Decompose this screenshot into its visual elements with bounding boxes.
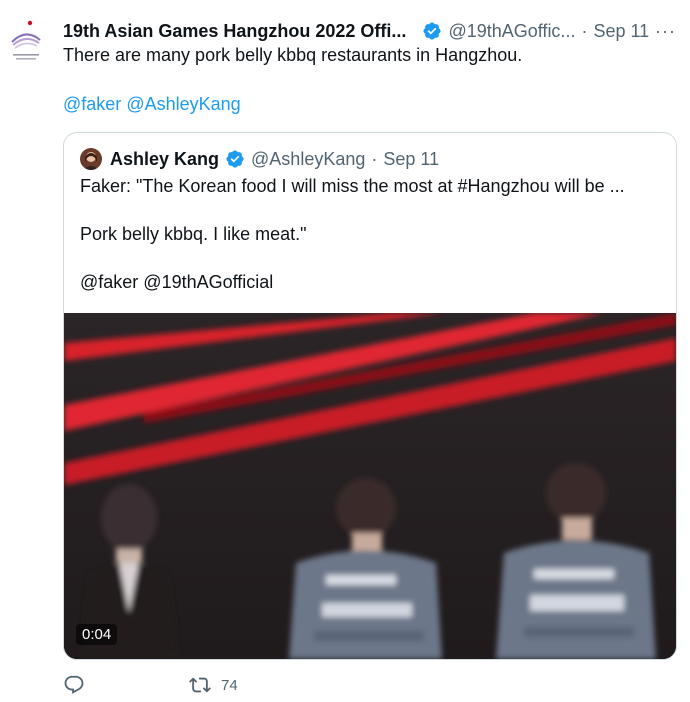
retweet-icon — [189, 677, 211, 693]
quote-text-line: Faker: "The Korean food I will miss the … — [80, 176, 625, 196]
author-name[interactable]: 19th Asian Games Hangzhou 2022 Offi... — [63, 21, 406, 42]
quoted-tweet[interactable]: Ashley Kang @AshleyKang · Sep 11 Faker: … — [63, 132, 677, 660]
tweet-mentions: @faker @AshleyKang — [63, 94, 241, 115]
tweet-date[interactable]: Sep 11 — [593, 21, 649, 42]
video-frame — [64, 313, 676, 659]
quote-author-handle[interactable]: @AshleyKang — [251, 149, 365, 170]
tweet-text: There are many pork belly kbbq restauran… — [63, 45, 523, 65]
separator-dot: · — [581, 20, 588, 41]
quote-author-name[interactable]: Ashley Kang — [110, 149, 219, 170]
tweet[interactable]: 19th Asian Games Hangzhou 2022 Offi... @… — [0, 0, 690, 702]
quote-avatar[interactable] — [80, 148, 102, 170]
hangzhou-asian-games-logo-icon[interactable] — [8, 18, 44, 64]
tweet-header: 19th Asian Games Hangzhou 2022 Offi... @… — [63, 18, 680, 44]
quote-text-line: @faker @19thAGofficial — [80, 272, 274, 292]
mention-link[interactable]: @faker — [63, 94, 121, 114]
video-player[interactable]: 0:04 — [64, 313, 676, 659]
retweet-button[interactable]: 74 — [189, 674, 238, 696]
quote-text-line: Pork belly kbbq. I like meat." — [80, 224, 307, 244]
reply-icon — [64, 675, 84, 694]
mention-link[interactable]: @AshleyKang — [126, 94, 240, 114]
more-icon[interactable]: ··· — [655, 21, 680, 42]
quote-date[interactable]: Sep 11 — [383, 149, 439, 170]
retweet-count: 74 — [221, 676, 238, 694]
author-handle[interactable]: @19thAGoffic... — [448, 21, 575, 42]
verified-badge-icon — [225, 149, 245, 169]
action-bar: 74 — [63, 672, 238, 698]
video-timestamp: 0:04 — [76, 624, 118, 645]
reply-button[interactable] — [63, 674, 85, 696]
separator-dot: · — [371, 148, 378, 169]
quote-header: Ashley Kang @AshleyKang · Sep 11 — [80, 147, 439, 171]
verified-badge-icon — [422, 21, 442, 41]
